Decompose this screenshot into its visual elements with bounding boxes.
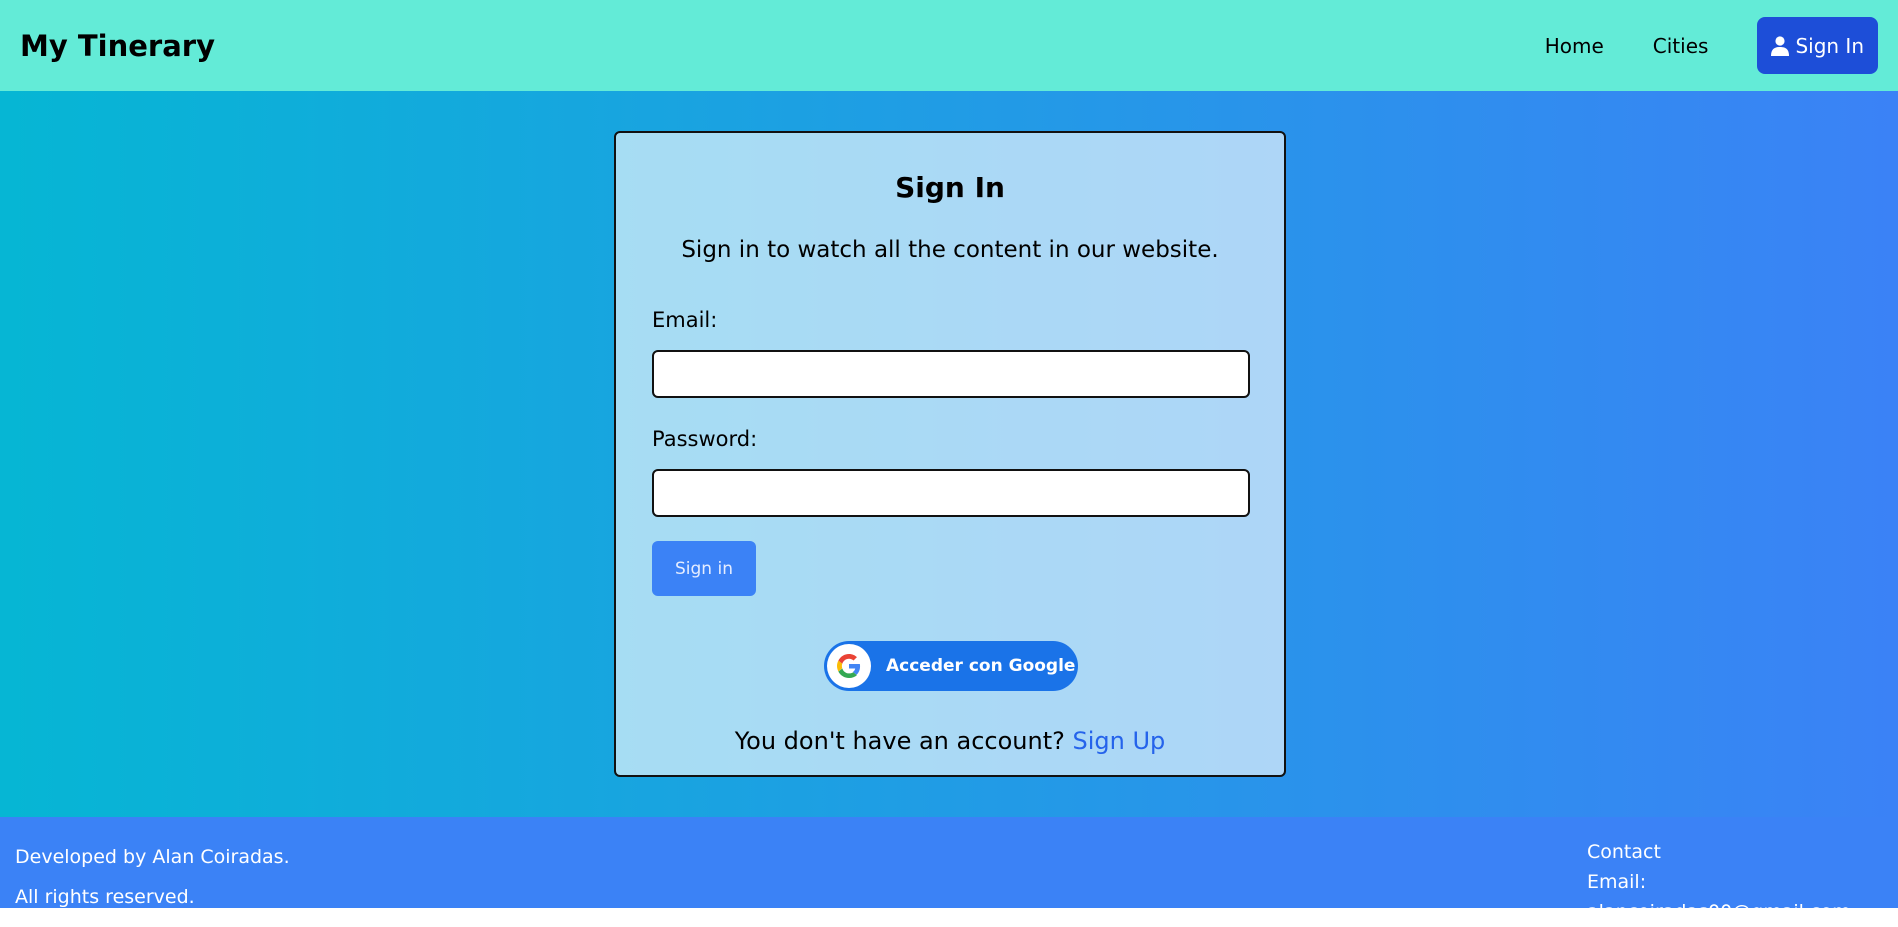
brand-logo[interactable]: My Tinerary (20, 29, 215, 63)
footer-contact-heading: Contact (1587, 841, 1661, 863)
footer-developed-by: Developed by Alan Coiradas. (15, 846, 290, 868)
google-signin-button[interactable]: Acceder con Google (824, 641, 1078, 691)
password-field[interactable] (652, 469, 1250, 517)
navbar: My Tinerary Home Cities Sign In (0, 0, 1898, 91)
signup-prompt-text: You don't have an account? (734, 727, 1065, 755)
nav-signin-label: Sign In (1795, 33, 1864, 58)
signup-link[interactable]: Sign Up (1073, 727, 1166, 755)
card-title: Sign In (895, 171, 1005, 204)
card-subtitle: Sign in to watch all the content in our … (681, 237, 1219, 263)
nav-link-home[interactable]: Home (1545, 34, 1604, 58)
footer: Developed by Alan Coiradas. All rights r… (0, 817, 1898, 923)
nav-signin-button[interactable]: Sign In (1757, 17, 1878, 74)
nav-link-cities[interactable]: Cities (1653, 34, 1709, 58)
signin-card: Sign In Sign in to watch all the content… (614, 131, 1286, 777)
email-field[interactable] (652, 350, 1250, 398)
password-label: Password: (652, 427, 758, 451)
footer-contact-email[interactable]: Email: alancoiradas00@gmail.com (1587, 867, 1898, 927)
email-label: Email: (652, 308, 718, 332)
footer-rights: All rights reserved. (15, 886, 195, 908)
main-content: Sign In Sign in to watch all the content… (0, 91, 1898, 817)
signin-submit-button[interactable]: Sign in (652, 541, 756, 596)
nav-links: Home Cities Sign In (1545, 17, 1878, 74)
footer-credits: Developed by Alan Coiradas. All rights r… (15, 837, 290, 917)
user-icon (1771, 35, 1790, 56)
signup-prompt: You don't have an account? Sign Up (616, 727, 1284, 755)
footer-contact: Contact Email: alancoiradas00@gmail.com (1587, 837, 1898, 927)
google-signin-label: Acceder con Google (886, 656, 1076, 676)
google-icon (827, 644, 871, 688)
